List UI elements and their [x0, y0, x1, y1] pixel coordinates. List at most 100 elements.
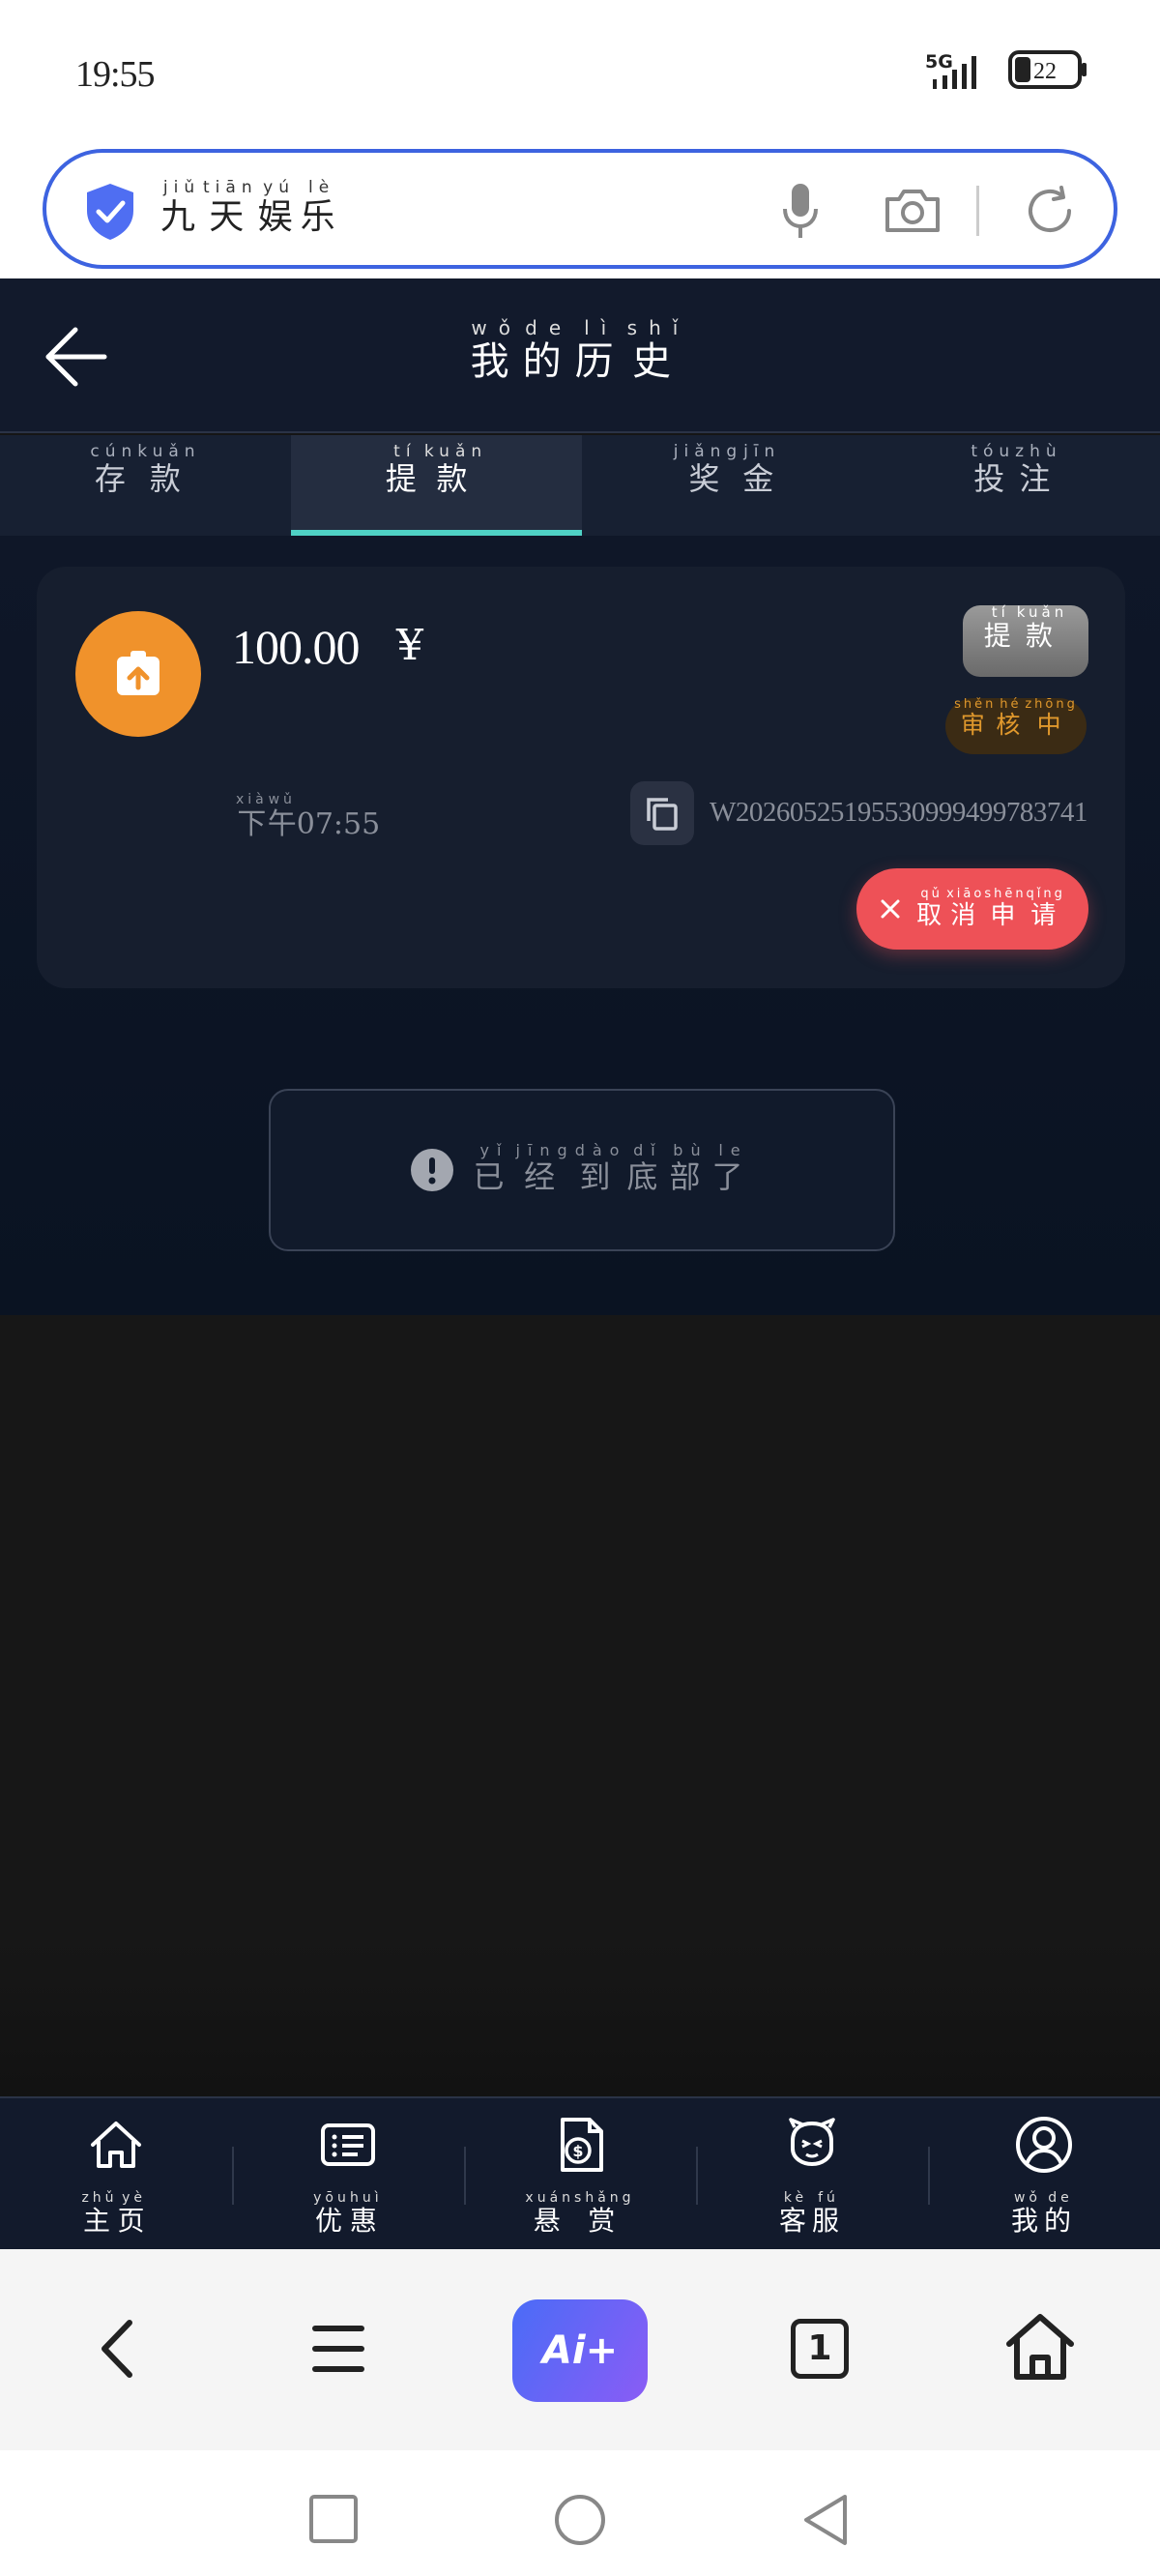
system-back-icon[interactable]: [798, 2491, 853, 2549]
cancel-request-label: 取qǔ消xiāo申shēn请qǐng: [916, 886, 1065, 931]
microphone-icon[interactable]: [781, 182, 820, 242]
ruby-pinyin: tí: [983, 603, 1017, 621]
ruby-pinyin: lè: [300, 178, 343, 197]
ruby-char: 底dǐ: [626, 1141, 670, 1195]
address-field[interactable]: 九jiǔ天tiān娱yú乐lè: [43, 149, 1117, 269]
tab-withdraw[interactable]: 提tí款kuǎn: [291, 435, 582, 536]
withdraw-upload-icon: [117, 651, 160, 695]
ruby-char: 请qǐng: [1026, 887, 1065, 930]
ruby-base: 请: [1026, 900, 1065, 930]
ruby-base: 奖: [673, 460, 743, 497]
ruby-pinyin: xiāo: [946, 886, 985, 901]
ruby-base: 消: [946, 900, 985, 930]
ruby-char: 历lì: [574, 316, 627, 384]
tab-count-button[interactable]: 1: [791, 2319, 849, 2379]
nav-label-profile: 我wǒ的de: [928, 2190, 1160, 2239]
ruby-base: 取: [916, 900, 947, 930]
tab-bonus[interactable]: 奖jiǎng金jīn: [582, 435, 873, 536]
ruby-base: 投: [971, 460, 1016, 497]
ruby-char: 页yè: [118, 2190, 151, 2237]
nav-item-customer-service[interactable]: 客kè服fú: [696, 2098, 928, 2251]
ruby-char: 了le: [711, 1141, 755, 1195]
withdraw-type-avatar: [75, 611, 201, 737]
tab-deposit[interactable]: 存cún款kuǎn: [0, 435, 291, 536]
ruby-char: 史shǐ: [627, 316, 690, 384]
ruby-char: 注zhù: [1015, 442, 1061, 497]
ruby-pinyin: tiān: [203, 178, 258, 197]
ruby-base: 乐: [300, 197, 343, 237]
ruby-char: 天tiān: [203, 178, 258, 237]
ruby-pinyin: zhōng: [1025, 697, 1078, 712]
ruby-base: 历: [574, 339, 627, 384]
ruby-char: 娱yú: [257, 178, 301, 237]
ruby-char: 审shěn: [954, 697, 996, 739]
ruby-char: 金jīn: [742, 442, 782, 497]
ruby-pinyin: shǎng: [574, 2190, 635, 2206]
browser-home-icon[interactable]: [1003, 2311, 1077, 2383]
ruby-base: 申: [984, 900, 1027, 930]
nav-label-home: 主zhǔ页yè: [0, 2190, 232, 2239]
ruby-base: 底: [626, 1158, 670, 1195]
end-of-list-text: 已yǐ经jīng到dào底dǐ部bù了le: [473, 1141, 755, 1197]
nav-item-rewards[interactable]: $ 悬xuán赏shǎng: [464, 2098, 696, 2251]
profile-icon: [1016, 2117, 1072, 2173]
ruby-base: 的: [1044, 2205, 1078, 2237]
ruby-base: 了: [711, 1158, 755, 1195]
system-navigation-bar: [0, 2450, 1160, 2576]
ruby-char: 到dào: [575, 1141, 627, 1195]
ruby-base: 娱: [257, 197, 301, 237]
nav-item-promotions[interactable]: 优yōu惠huì: [232, 2098, 464, 2251]
ruby-char: 下xià: [236, 792, 268, 841]
order-id: W2026052519553099949978374​1: [710, 797, 1088, 828]
system-home-icon[interactable]: [551, 2491, 609, 2549]
copy-order-id-button[interactable]: [630, 781, 694, 845]
ruby-pinyin: le: [711, 1141, 755, 1159]
menu-icon[interactable]: [311, 2323, 365, 2375]
ruby-char: 主zhǔ: [81, 2190, 117, 2237]
nav-item-home[interactable]: 主zhǔ页yè: [0, 2098, 232, 2251]
refresh-icon[interactable]: [1023, 184, 1077, 238]
browser-back-icon[interactable]: [93, 2317, 141, 2381]
tab-bets[interactable]: 投tóu注zhù: [873, 435, 1160, 536]
ruby-pinyin: shǐ: [626, 316, 690, 339]
ruby-pinyin: zhǔ: [81, 2190, 118, 2206]
ai-assistant-button[interactable]: Ai+: [512, 2299, 648, 2402]
ruby-base: 提: [385, 460, 424, 497]
browser-address-bar: 九jiǔ天tiān娱yú乐lè: [0, 145, 1160, 278]
ruby-pinyin: tóu: [971, 442, 1016, 461]
ruby-pinyin: kuǎn: [423, 442, 488, 461]
promo-list-icon: [321, 2123, 375, 2166]
browser-toolbar: Ai+ 1: [0, 2249, 1160, 2450]
ruby-base: 天: [203, 197, 258, 237]
ruby-pinyin: yǐ: [473, 1141, 516, 1159]
status-time: 19:55: [75, 54, 156, 95]
ruby-char: 消xiāo: [946, 887, 985, 930]
ruby-pinyin: xià: [236, 792, 268, 807]
cancel-request-button[interactable]: 取qǔ消xiāo申shēn请qǐng: [856, 868, 1088, 950]
ruby-char: 投tóu: [971, 442, 1016, 497]
recent-apps-icon[interactable]: [307, 2493, 362, 2547]
customer-service-icon: [789, 2118, 835, 2167]
ruby-pinyin: kuǎn: [1016, 603, 1068, 621]
camera-icon[interactable]: [884, 186, 942, 234]
ruby-base: 惠: [349, 2205, 383, 2237]
ruby-base: 已: [473, 1158, 516, 1195]
record-amount: 100.00: [232, 620, 360, 674]
ruby-char: 经jīng: [516, 1141, 575, 1195]
ruby-char: 申shēn: [984, 887, 1027, 930]
ai-assistant-label: Ai+: [541, 2328, 619, 2373]
ruby-pinyin: yè: [117, 2190, 151, 2206]
ruby-char: 款kuǎn: [1017, 603, 1067, 652]
ruby-char: 款kuǎn: [137, 442, 201, 497]
ruby-base: 金: [742, 460, 782, 497]
nav-item-profile[interactable]: 我wǒ的de: [928, 2098, 1160, 2251]
ruby-base: 款: [137, 460, 201, 497]
ruby-char: 午wǔ: [268, 792, 297, 841]
ruby-pinyin: jīng: [515, 1141, 575, 1159]
ruby-pinyin: dào: [574, 1141, 627, 1159]
ruby-base: 核: [996, 711, 1026, 739]
bottom-navigation: 主zhǔ页yè 优yōu惠huì $ 悬xuán赏shǎng 客kè服fú 我w…: [0, 2096, 1160, 2249]
ruby-pinyin: xuán: [525, 2190, 575, 2206]
ruby-pinyin: qǔ: [916, 886, 947, 901]
ruby-char: 部bù: [669, 1141, 711, 1195]
